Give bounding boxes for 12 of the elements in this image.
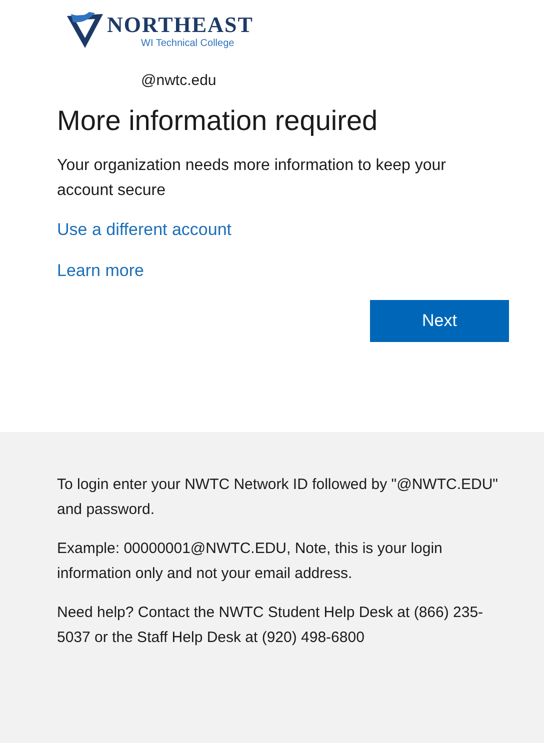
- logo-subtitle: WI Technical College: [141, 38, 236, 48]
- link[interactable]: Learn more: [57, 261, 144, 281]
- shield-logo-icon: [65, 10, 105, 50]
- page-title: More information required: [57, 105, 379, 137]
- logo-name: NORTHEAST: [107, 12, 254, 38]
- link[interactable]: Use a different account: [57, 220, 232, 240]
- next-button[interactable]: Next: [370, 300, 509, 342]
- account-name: @nwtc.edu: [141, 72, 218, 89]
- info-text: Need help? Contact the NWTC Student Help Desk at (866) 235-5037 or the Staff Help Desk at (920) 498-6800: [57, 603, 484, 648]
- info-text: To login enter your NWTC Network ID followed by "@NWTC.EDU" and password.: [57, 475, 499, 520]
- message-text: Your organization needs more information to keep your account secure: [57, 156, 447, 201]
- info-text: Example: 00000001@NWTC.EDU, Note, this is your login information only and not your email address.: [57, 539, 444, 584]
